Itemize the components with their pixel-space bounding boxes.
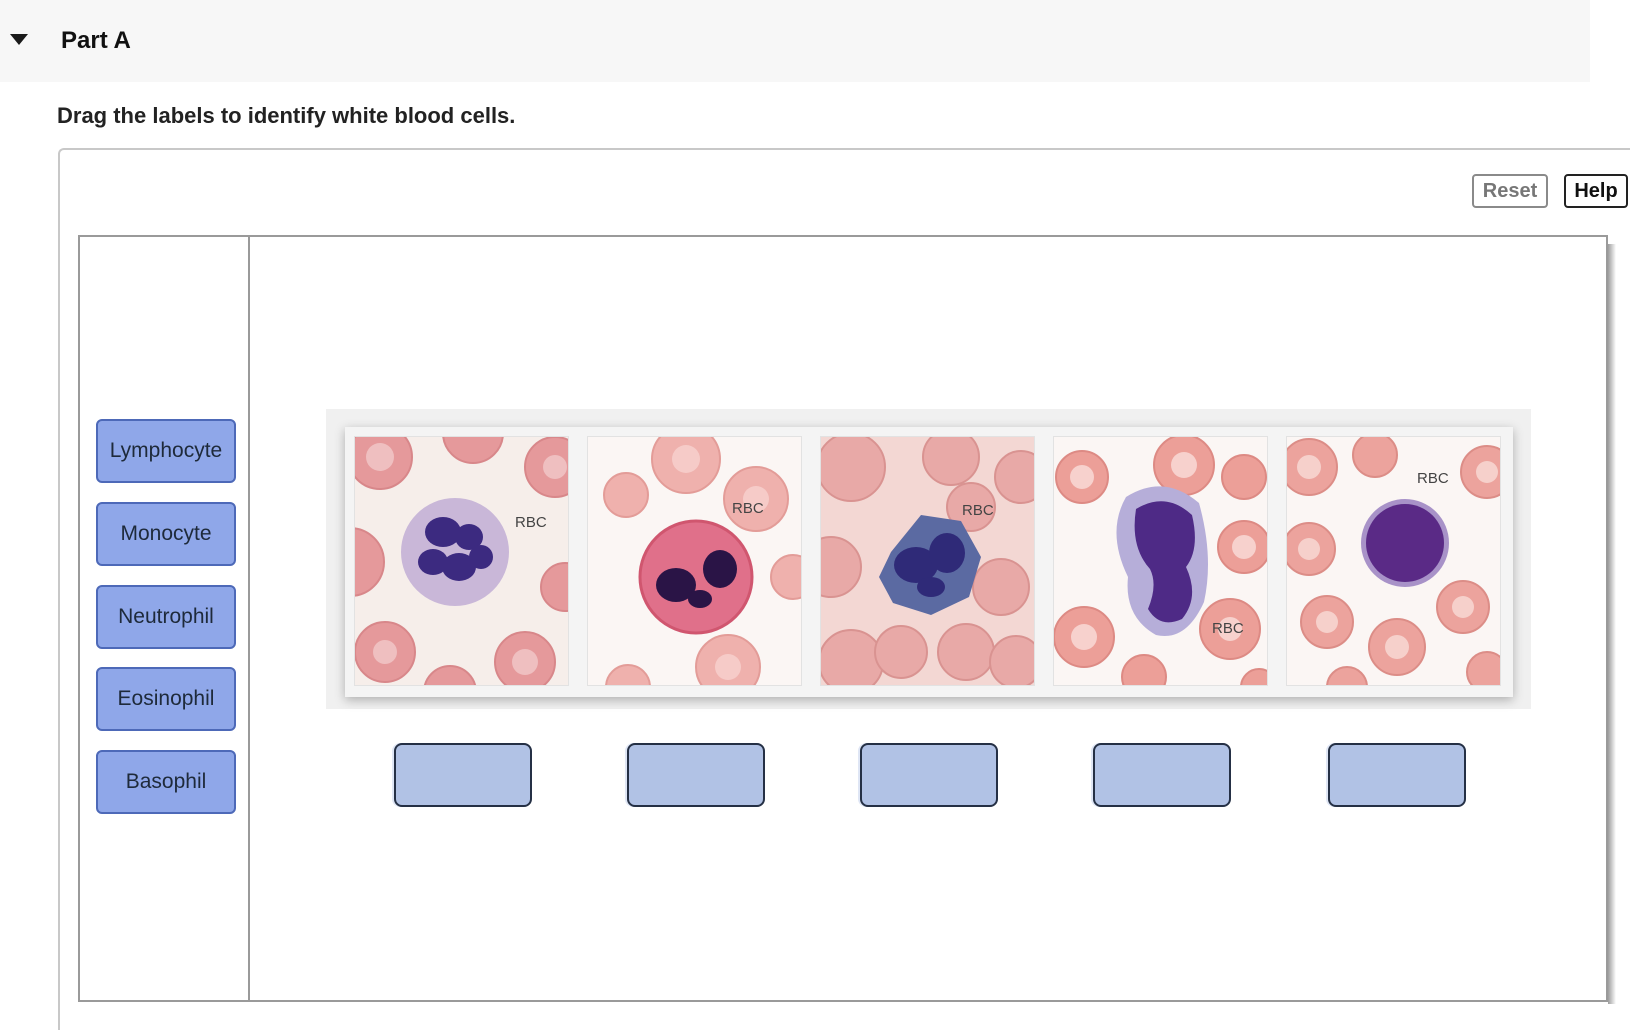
label-neutrophil[interactable]: Neutrophil <box>96 585 236 649</box>
rbc-tag: RBC <box>1212 620 1244 637</box>
cell-image-4: RBC <box>1053 436 1268 686</box>
part-title: Part A <box>61 27 131 54</box>
instructions-text: Drag the labels to identify white blood … <box>57 103 516 128</box>
drop-target-4[interactable] <box>1093 743 1231 807</box>
cell-image-2: RBC <box>587 436 802 686</box>
workspace-shadow <box>1608 244 1616 1004</box>
label-eosinophil[interactable]: Eosinophil <box>96 667 236 731</box>
rbc-tag: RBC <box>515 514 547 531</box>
cell-image-3: RBC <box>820 436 1035 686</box>
drop-target-1[interactable] <box>394 743 532 807</box>
reset-button[interactable]: Reset <box>1472 174 1548 208</box>
drop-target-5[interactable] <box>1328 743 1466 807</box>
rbc-tag: RBC <box>1417 470 1449 487</box>
rbc-tag: RBC <box>732 500 764 517</box>
cell-image-5: RBC <box>1286 436 1501 686</box>
collapse-triangle-icon[interactable] <box>10 34 28 45</box>
drop-target-2[interactable] <box>627 743 765 807</box>
label-monocyte[interactable]: Monocyte <box>96 502 236 566</box>
part-header[interactable]: Part A <box>0 0 1590 82</box>
label-lymphocyte[interactable]: Lymphocyte <box>96 419 236 483</box>
help-button[interactable]: Help <box>1564 174 1628 208</box>
drop-target-3[interactable] <box>860 743 998 807</box>
cell-image-1: RBC <box>354 436 569 686</box>
label-basophil[interactable]: Basophil <box>96 750 236 814</box>
rbc-tag: RBC <box>962 502 994 519</box>
